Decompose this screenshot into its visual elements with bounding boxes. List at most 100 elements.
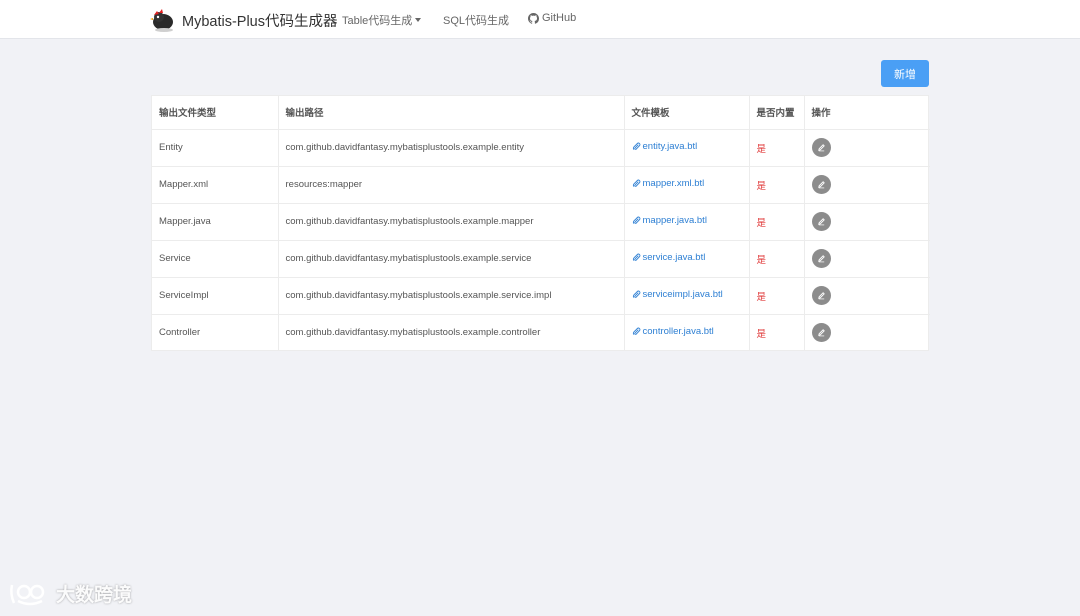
template-link[interactable]: mapper.java.btl bbox=[632, 215, 707, 226]
column-header: 输出路径 bbox=[278, 96, 625, 130]
cell-builtin: 是 bbox=[749, 277, 805, 315]
brand-title: Mybatis-Plus代码生成器 bbox=[182, 13, 338, 30]
cell-template: mapper.xml.btl bbox=[624, 166, 750, 204]
cell-file-type: Service bbox=[152, 240, 279, 278]
column-header: 操作 bbox=[804, 96, 930, 130]
top-navbar: Mybatis-Plus代码生成器 Table代码生成 SQL代码生成 GitH… bbox=[0, 0, 1080, 39]
cell-actions bbox=[804, 166, 930, 204]
paperclip-icon bbox=[632, 327, 640, 336]
edit-button[interactable] bbox=[811, 212, 831, 231]
template-link[interactable]: entity.java.btl bbox=[632, 141, 698, 152]
cell-output-path: com.github.davidfantasy.mybatisplustools… bbox=[278, 240, 625, 278]
cell-output-path: resources:mapper bbox=[278, 166, 625, 204]
template-link[interactable]: controller.java.btl bbox=[632, 326, 714, 337]
cell-actions bbox=[804, 277, 930, 315]
cell-output-path: com.github.davidfantasy.mybatisplustools… bbox=[278, 314, 625, 351]
builtin-value: 是 bbox=[756, 254, 767, 266]
paperclip-icon bbox=[632, 179, 640, 187]
paperclip-icon bbox=[632, 216, 640, 224]
cell-actions bbox=[804, 240, 930, 278]
pencil-icon bbox=[817, 218, 825, 226]
cell-file-type: Entity bbox=[152, 129, 279, 167]
file-type-text: Service bbox=[159, 253, 191, 264]
cell-actions bbox=[804, 203, 930, 241]
builtin-value: 是 bbox=[756, 217, 767, 229]
nav-github[interactable]: GitHub bbox=[528, 12, 576, 24]
table-row: Service com.github.davidfantasy.mybatispl… bbox=[152, 240, 930, 278]
cell-template: service.java.btl bbox=[624, 240, 750, 278]
nav-sql-codegen-label: SQL代码生成 bbox=[443, 15, 510, 27]
nav-sql-codegen[interactable]: SQL代码生成 bbox=[443, 12, 509, 28]
template-link[interactable]: service.java.btl bbox=[632, 252, 706, 263]
cell-builtin: 是 bbox=[749, 203, 805, 241]
watermark-logo-icon bbox=[10, 584, 45, 605]
file-type-text: ServiceImpl bbox=[159, 290, 209, 301]
nav-table-codegen[interactable]: Table代码生成 bbox=[342, 12, 422, 28]
cell-actions bbox=[804, 129, 930, 167]
cell-template: controller.java.btl bbox=[624, 314, 750, 351]
paperclip-icon bbox=[632, 142, 640, 150]
file-type-text: Entity bbox=[159, 142, 183, 153]
edit-button[interactable] bbox=[811, 138, 831, 157]
cell-actions bbox=[804, 314, 930, 351]
column-header: 是否内置 bbox=[749, 96, 805, 130]
output-path-text: com.github.davidfantasy.mybatisplustools… bbox=[285, 216, 534, 227]
template-link[interactable]: serviceimpl.java.btl bbox=[632, 289, 723, 300]
pencil-icon bbox=[817, 255, 825, 263]
output-path-text: com.github.davidfantasy.mybatisplustools… bbox=[285, 327, 541, 339]
template-name: service.java.btl bbox=[642, 252, 706, 263]
cell-builtin: 是 bbox=[749, 129, 805, 167]
file-type-text: Mapper.java bbox=[159, 216, 211, 227]
builtin-value: 是 bbox=[756, 143, 767, 155]
pencil-icon bbox=[817, 329, 825, 337]
cell-template: entity.java.btl bbox=[624, 129, 750, 167]
watermark: 大数跨境 bbox=[8, 580, 132, 607]
builtin-value: 是 bbox=[756, 180, 767, 192]
table-row: Entity com.github.davidfantasy.mybatisplu… bbox=[152, 129, 930, 167]
table-row: ServiceImpl com.github.davidfantasy.mybat… bbox=[152, 277, 930, 315]
pencil-icon bbox=[817, 292, 825, 300]
caret-down-icon bbox=[415, 18, 422, 22]
edit-button[interactable] bbox=[811, 175, 831, 194]
edit-button[interactable] bbox=[811, 323, 831, 343]
edit-button[interactable] bbox=[811, 286, 831, 305]
table-row: Controller com.github.davidfantasy.mybati… bbox=[152, 314, 930, 351]
file-type-text: Controller bbox=[159, 327, 201, 339]
nav-github-label: GitHub bbox=[542, 12, 577, 24]
cell-file-type: Mapper.java bbox=[152, 203, 279, 241]
table-header-row: 输出文件类型 输出路径 文件模板 是否内置 操作 bbox=[152, 96, 930, 130]
template-name: serviceimpl.java.btl bbox=[642, 289, 723, 300]
bird-logo-icon bbox=[150, 9, 173, 32]
template-name: controller.java.btl bbox=[642, 326, 714, 338]
output-path-text: com.github.davidfantasy.mybatisplustools… bbox=[285, 142, 525, 153]
table-row: Mapper.java com.github.davidfantasy.mybat… bbox=[152, 203, 930, 241]
template-link[interactable]: mapper.xml.btl bbox=[632, 178, 705, 189]
cell-file-type: Controller bbox=[152, 314, 279, 351]
cell-file-type: ServiceImpl bbox=[152, 277, 279, 315]
cell-builtin: 是 bbox=[749, 314, 805, 351]
cell-output-path: com.github.davidfantasy.mybatisplustools… bbox=[278, 277, 625, 315]
cell-template: mapper.java.btl bbox=[624, 203, 750, 241]
github-icon bbox=[528, 12, 539, 24]
output-path-text: com.github.davidfantasy.mybatisplustools… bbox=[285, 253, 532, 264]
paperclip-icon bbox=[632, 253, 640, 261]
edit-button[interactable] bbox=[811, 249, 831, 268]
output-config-table: 输出文件类型 输出路径 文件模板 是否内置 操作 Entity com.githu… bbox=[151, 95, 930, 351]
cell-builtin: 是 bbox=[749, 166, 805, 204]
cell-file-type: Mapper.xml bbox=[152, 166, 279, 204]
cell-builtin: 是 bbox=[749, 240, 805, 278]
builtin-value: 是 bbox=[756, 291, 767, 303]
paperclip-icon bbox=[632, 290, 640, 298]
template-name: mapper.xml.btl bbox=[642, 178, 705, 189]
template-name: entity.java.btl bbox=[642, 141, 698, 152]
brand[interactable]: Mybatis-Plus代码生成器 bbox=[150, 5, 338, 35]
template-name: mapper.java.btl bbox=[642, 215, 707, 226]
column-header: 文件模板 bbox=[624, 96, 750, 130]
builtin-value: 是 bbox=[756, 328, 767, 340]
pencil-icon bbox=[817, 181, 825, 189]
nav-table-codegen-label: Table代码生成 bbox=[342, 15, 413, 27]
column-header: 输出文件类型 bbox=[152, 96, 279, 130]
output-path-text: com.github.davidfantasy.mybatisplustools… bbox=[285, 290, 552, 301]
watermark-text: 大数跨境 bbox=[56, 585, 133, 606]
add-button[interactable]: 新增 bbox=[881, 60, 929, 87]
